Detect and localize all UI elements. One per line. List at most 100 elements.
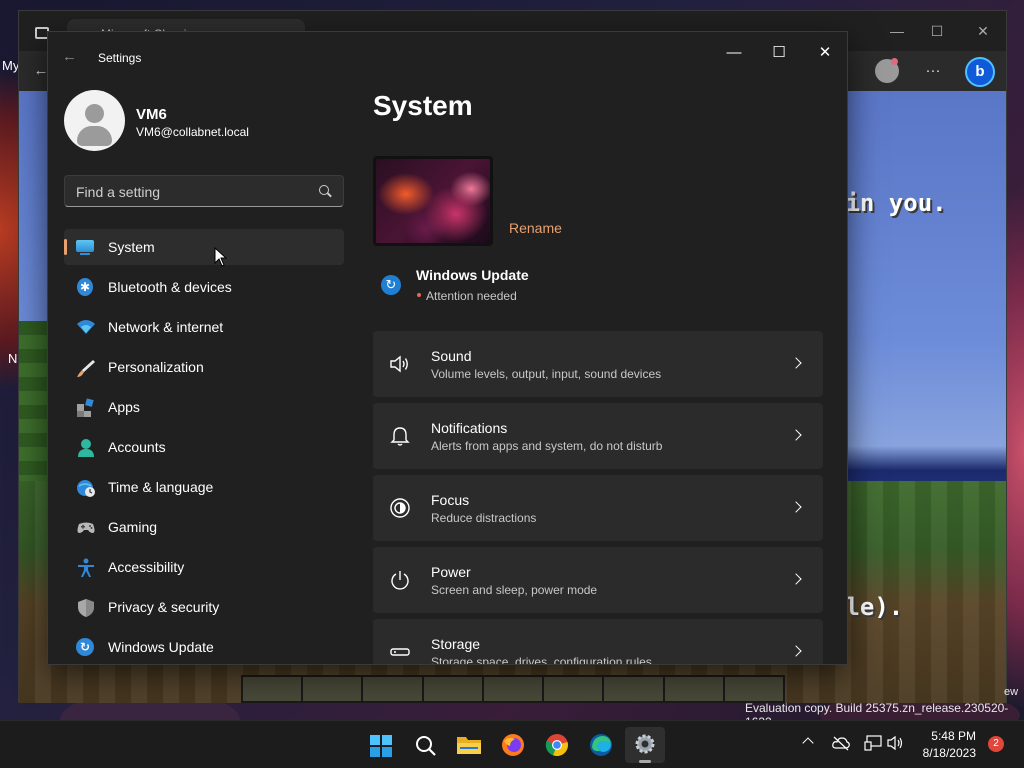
page-title: System (373, 90, 473, 121)
taskbar-edge[interactable] (581, 727, 621, 763)
search-icon (416, 736, 436, 756)
taskbar-file-explorer[interactable] (449, 727, 489, 763)
taskbar-firefox[interactable] (493, 727, 533, 763)
notification-count-badge[interactable]: 2 (988, 736, 1004, 752)
card-title: Notifications (431, 420, 508, 436)
settings-titlebar[interactable]: ← Settings — ☐ ✕ (48, 32, 847, 80)
settings-card-storage[interactable]: Storage Storage space, drives, configura… (373, 619, 823, 665)
search-input[interactable]: Find a setting (64, 175, 344, 207)
settings-card-power[interactable]: Power Screen and sleep, power mode (373, 547, 823, 613)
settings-card-notifications[interactable]: Notifications Alerts from apps and syste… (373, 403, 823, 469)
sidebar-item-accounts[interactable]: Accounts (64, 429, 344, 465)
apps-icon (76, 398, 94, 417)
search-icon[interactable] (319, 185, 329, 195)
browser-close-button[interactable]: ✕ (975, 23, 991, 39)
start-button[interactable] (360, 727, 400, 763)
sidebar-item-label: Accounts (108, 439, 166, 455)
clock-time[interactable]: 5:48 PM (916, 729, 976, 743)
settings-window: ← Settings — ☐ ✕ VM6 VM6@collabnet.local… (47, 31, 848, 665)
back-arrow-icon[interactable]: ← (62, 48, 77, 65)
browser-minimize-button[interactable]: — (889, 23, 905, 39)
desktop-label-my[interactable]: My (2, 58, 19, 73)
card-description: Storage space, drives, configuration rul… (431, 655, 652, 665)
clock-date[interactable]: 8/18/2023 (906, 746, 976, 760)
taskbar-chrome[interactable] (537, 727, 577, 763)
mouse-cursor-icon (214, 247, 228, 267)
browser-maximize-button[interactable]: ☐ (929, 23, 945, 39)
sidebar-item-personalization[interactable]: Personalization (64, 349, 344, 385)
sidebar-item-label: Apps (108, 399, 140, 415)
hotbar-slot (604, 677, 665, 701)
desktop-label-n[interactable]: N (8, 351, 17, 366)
hotbar-slot (423, 677, 484, 701)
sidebar-item-privacy[interactable]: Privacy & security (64, 589, 344, 625)
card-description: Reduce distractions (431, 511, 537, 525)
active-indicator (64, 239, 67, 255)
sidebar-item-label: Time & language (108, 479, 214, 495)
settings-window-title: Settings (98, 51, 142, 65)
profile-notification-dot (891, 58, 898, 65)
update-icon: ↻ (76, 638, 94, 656)
chevron-right-icon (790, 357, 802, 369)
windows-update-status[interactable]: Attention needed (426, 289, 517, 303)
accessibility-icon (76, 558, 94, 577)
hotbar-slot (363, 677, 424, 701)
settings-card-focus[interactable]: Focus Reduce distractions (373, 475, 823, 541)
sidebar-item-gaming[interactable]: Gaming (64, 509, 344, 545)
sidebar-item-bluetooth[interactable]: ✱ Bluetooth & devices (64, 269, 344, 305)
system-icon (76, 240, 94, 255)
globe-clock-icon (76, 478, 95, 497)
update-icon: ↻ (381, 275, 401, 295)
sidebar-item-label: Bluetooth & devices (108, 279, 232, 295)
person-icon (76, 438, 94, 457)
gamepad-icon (76, 518, 95, 536)
card-description: Screen and sleep, power mode (431, 583, 598, 597)
hotbar-slot (243, 677, 304, 701)
game-chat-text: oin you. (831, 189, 947, 217)
settings-card-sound[interactable]: Sound Volume levels, output, input, soun… (373, 331, 823, 397)
chevron-right-icon (790, 573, 802, 585)
sidebar-item-windows-update[interactable]: ↻ Windows Update (64, 629, 344, 664)
tray-overflow-chevron-icon[interactable] (801, 735, 815, 749)
bing-chat-button[interactable]: b (965, 57, 995, 87)
sidebar-item-label: Privacy & security (108, 599, 220, 615)
card-description: Volume levels, output, input, sound devi… (431, 367, 662, 381)
avatar[interactable] (64, 90, 125, 151)
maximize-button[interactable]: ☐ (756, 38, 802, 68)
volume-icon[interactable] (887, 735, 905, 751)
sidebar-item-time-language[interactable]: Time & language (64, 469, 344, 505)
active-app-indicator (639, 760, 651, 763)
firefox-icon (502, 734, 524, 756)
cloud-offline-icon[interactable] (832, 735, 850, 751)
hotbar-slot (483, 677, 545, 701)
more-menu-button[interactable]: ··· (919, 57, 947, 85)
game-hotbar (241, 675, 785, 703)
sidebar-item-apps[interactable]: Apps (64, 389, 344, 425)
sidebar-item-accessibility[interactable]: Accessibility (64, 549, 344, 585)
sidebar-item-network[interactable]: Network & internet (64, 309, 344, 345)
speaker-icon (389, 353, 411, 375)
desktop-wallpaper-thumbnail (373, 156, 493, 246)
file-explorer-icon (457, 737, 481, 754)
hotbar-slot (664, 677, 725, 701)
edge-icon (590, 734, 612, 756)
rename-link[interactable]: Rename (509, 220, 562, 236)
hotbar-slot (303, 677, 364, 701)
chevron-right-icon (790, 645, 802, 657)
avatar-body (77, 126, 112, 146)
bluetooth-icon: ✱ (77, 278, 93, 296)
network-icon[interactable] (864, 735, 882, 751)
card-description: Alerts from apps and system, do not dist… (431, 439, 663, 453)
close-button[interactable]: ✕ (802, 38, 847, 68)
taskbar-search-button[interactable] (405, 727, 445, 763)
power-icon (389, 569, 411, 591)
windows-update-title[interactable]: Windows Update (416, 267, 529, 283)
sidebar-item-system[interactable]: System (64, 229, 344, 265)
minimize-button[interactable]: — (711, 38, 757, 68)
sidebar-item-label: Personalization (108, 359, 204, 375)
taskbar-settings[interactable] (625, 727, 665, 763)
chevron-right-icon (790, 429, 802, 441)
watermark-edge-text: ew (1004, 686, 1019, 698)
card-title: Focus (431, 492, 470, 508)
focus-icon (389, 497, 411, 519)
